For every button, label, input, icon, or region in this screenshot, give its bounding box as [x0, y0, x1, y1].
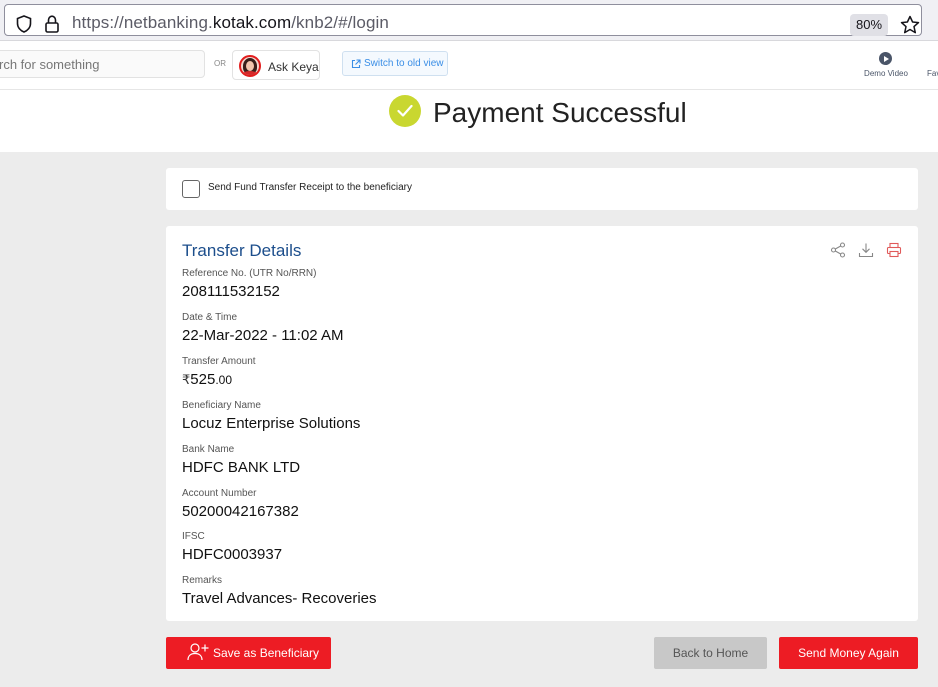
- send-receipt-label[interactable]: Send Fund Transfer Receipt to the benefi…: [208, 182, 412, 193]
- save-beneficiary-button[interactable]: Save as Beneficiary: [166, 637, 331, 669]
- or-separator: OR: [214, 59, 226, 68]
- bank-label: Bank Name: [182, 444, 235, 455]
- ifsc-label: IFSC: [182, 531, 205, 542]
- shield-icon[interactable]: [16, 15, 32, 33]
- reference-value: 208111532152: [182, 283, 280, 300]
- search-placeholder: rch for something: [0, 57, 100, 72]
- back-to-home-button[interactable]: Back to Home: [654, 637, 767, 669]
- switch-old-view-label: Switch to old view: [364, 58, 444, 69]
- remarks-value: Travel Advances- Recoveries: [182, 590, 377, 607]
- share-icon[interactable]: [830, 242, 846, 258]
- url-host: kotak.com: [212, 13, 292, 32]
- lock-icon[interactable]: [45, 15, 59, 33]
- amount-value: ₹525.00: [182, 371, 232, 388]
- ask-keya-label: Ask Keya: [268, 60, 319, 74]
- amount-paise: .00: [215, 373, 232, 387]
- datetime-value: 22-Mar-2022 - 11:02 AM: [182, 327, 344, 344]
- amount-label: Transfer Amount: [182, 356, 256, 367]
- ask-keya-button[interactable]: Ask Keya: [232, 50, 320, 80]
- remarks-label: Remarks: [182, 575, 223, 586]
- beneficiary-value: Locuz Enterprise Solutions: [182, 415, 361, 432]
- bank-value: HDFC BANK LTD: [182, 459, 301, 476]
- datetime-label: Date & Time: [182, 312, 238, 323]
- transfer-details-title: Transfer Details: [182, 241, 302, 260]
- search-input[interactable]: rch for something: [0, 50, 205, 78]
- browser-toolbar: https://netbanking.kotak.com/knb2/#/logi…: [0, 0, 938, 41]
- switch-old-view-button[interactable]: Switch to old view: [342, 51, 448, 76]
- account-label: Account Number: [182, 488, 257, 499]
- bookmark-star-icon[interactable]: [900, 15, 920, 35]
- page-title: Payment Successful: [433, 97, 687, 128]
- download-icon[interactable]: [858, 242, 874, 258]
- beneficiary-label: Beneficiary Name: [182, 400, 261, 411]
- receipt-option-card: Send Fund Transfer Receipt to the benefi…: [166, 168, 918, 210]
- save-beneficiary-label: Save as Beneficiary: [213, 646, 320, 660]
- send-money-again-button[interactable]: Send Money Again: [779, 637, 918, 669]
- transfer-details-card: Transfer Details Reference No. (UTR No/R…: [166, 226, 918, 621]
- add-user-icon: [187, 643, 209, 661]
- zoom-level-badge[interactable]: 80%: [850, 14, 888, 36]
- success-banner: Payment Successful: [0, 90, 938, 152]
- demo-video-button[interactable]: Demo Video: [860, 52, 912, 80]
- ifsc-value: HDFC0003937: [182, 546, 283, 563]
- favourites-link[interactable]: Fav: [927, 69, 938, 78]
- demo-video-label: Demo Video: [864, 69, 908, 78]
- amount-whole: 525: [190, 371, 216, 388]
- reference-label: Reference No. (UTR No/RRN): [182, 268, 317, 279]
- play-icon: [879, 52, 892, 65]
- success-check-icon: [389, 95, 421, 127]
- address-bar[interactable]: https://netbanking.kotak.com/knb2/#/logi…: [4, 4, 922, 36]
- send-receipt-checkbox[interactable]: [182, 180, 200, 198]
- print-icon[interactable]: [886, 242, 902, 258]
- external-link-icon: [351, 59, 361, 69]
- keya-avatar: [239, 55, 261, 77]
- url-text[interactable]: https://netbanking.kotak.com/knb2/#/logi…: [72, 13, 389, 33]
- url-path: /knb2/#/login: [291, 13, 389, 32]
- app-header: rch for something OR Ask Keya Switch to …: [0, 42, 938, 90]
- url-prefix: https://netbanking.: [72, 13, 213, 32]
- account-value: 50200042167382: [182, 503, 299, 520]
